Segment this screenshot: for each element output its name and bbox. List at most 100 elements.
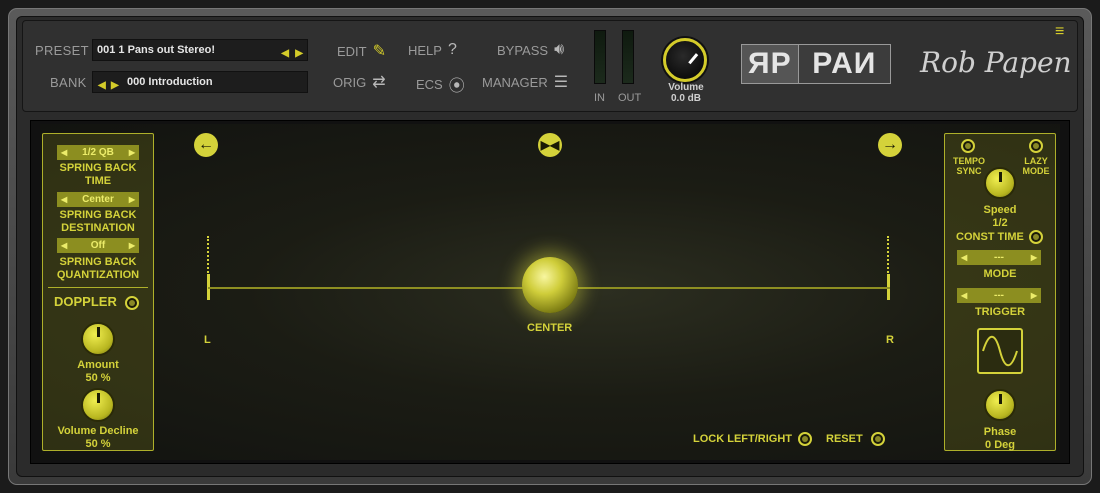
next-icon[interactable]: ▶ — [129, 145, 135, 160]
mode-value: --- — [994, 252, 1004, 263]
help-button[interactable]: HELP ? — [408, 41, 457, 59]
volume-decline-knob[interactable] — [81, 388, 115, 422]
arrow-right-icon: → — [882, 136, 898, 153]
label-line: SPRING BACK — [59, 162, 137, 174]
pan-left-button[interactable]: ← — [194, 133, 218, 157]
tempo-sync-toggle[interactable] — [961, 139, 975, 153]
speed-value: 1/2 — [992, 217, 1008, 229]
pan-right-button[interactable]: → — [878, 133, 902, 157]
panel-divider — [48, 287, 148, 288]
prev-icon[interactable]: ◀ — [61, 192, 67, 207]
preset-next-icon[interactable]: ▶ — [295, 44, 303, 64]
const-time-toggle[interactable] — [1029, 230, 1043, 244]
spring-back-time-selector[interactable]: ◀ 1/2 QB ▶ — [57, 145, 139, 160]
next-icon[interactable]: ▶ — [1031, 288, 1037, 303]
volume-decline-readout: Volume Decline 50 % — [44, 425, 152, 451]
pan-logo: ЯP PAИ — [741, 44, 891, 84]
reset-label: RESET — [826, 433, 863, 445]
volume-value: 0.0 dB — [670, 93, 701, 104]
pan-center-button[interactable]: ▶◀ — [538, 133, 562, 157]
prev-icon[interactable]: ◀ — [961, 250, 967, 265]
phase-knob[interactable] — [984, 389, 1016, 421]
spring-back-time-label: SPRING BACK TIME — [44, 162, 152, 188]
spring-back-destination-selector[interactable]: ◀ Center ▶ — [57, 192, 139, 207]
spring-back-quantization-selector[interactable]: ◀ Off ▶ — [57, 238, 139, 253]
spring-back-quantization-label: SPRING BACK QUANTIZATION — [44, 256, 152, 282]
in-label: IN — [594, 92, 605, 104]
ecs-button[interactable]: ECS ⦿ — [416, 72, 465, 96]
doppler-toggle[interactable] — [125, 296, 139, 310]
pan-position-orb[interactable] — [522, 257, 578, 313]
label-line: DESTINATION — [61, 222, 135, 234]
edit-button[interactable]: EDIT ✎ — [337, 41, 386, 61]
speed-knob[interactable] — [984, 167, 1016, 199]
bank-selector[interactable]: ◀ ▶ 000 Introduction — [92, 71, 308, 93]
volume-knob[interactable] — [663, 38, 707, 82]
bank-prev-icon[interactable]: ◀ — [98, 76, 106, 96]
center-arrows-icon: ▶◀ — [540, 138, 560, 152]
mode-selector[interactable]: ◀ --- ▶ — [957, 250, 1041, 265]
label-line: QUANTIZATION — [56, 269, 140, 281]
trigger-label: TRIGGER — [974, 306, 1026, 318]
prev-icon[interactable]: ◀ — [61, 238, 67, 253]
lazy-mode-toggle[interactable] — [1029, 139, 1043, 153]
volume-decline-value: 50 % — [85, 438, 111, 450]
bank-next-icon[interactable]: ▶ — [111, 76, 119, 96]
label-line: TIME — [84, 175, 112, 187]
volume-label: Volume — [668, 82, 704, 93]
edit-label: EDIT — [337, 43, 367, 59]
preset-value: 001 1 Pans out Stereo! — [97, 44, 215, 56]
next-icon[interactable]: ▶ — [1031, 250, 1037, 265]
spring-back-destination-value: Center — [82, 194, 114, 205]
bank-value: 000 Introduction — [127, 76, 213, 88]
sine-wave-icon — [982, 335, 1018, 367]
next-icon[interactable]: ▶ — [129, 238, 135, 253]
lock-left-right-toggle[interactable] — [798, 432, 812, 446]
spring-back-quantization-value: Off — [90, 240, 106, 251]
bypass-label: BYPASS — [497, 42, 549, 58]
midi-connector-icon: ⦿ — [448, 78, 465, 95]
preset-prev-icon[interactable]: ◀ — [281, 44, 289, 64]
speed-readout: Speed 1/2 — [946, 204, 1054, 230]
left-label: L — [204, 334, 211, 346]
waveform-selector[interactable] — [977, 328, 1023, 374]
manager-label: MANAGER — [482, 74, 548, 90]
phase-label: Phase — [983, 426, 1017, 438]
preset-label: PRESET — [35, 43, 89, 58]
doppler-label: DOPPLER — [54, 294, 117, 309]
lazy-mode-label: LAZY MODE — [1016, 156, 1056, 176]
amount-knob[interactable] — [81, 322, 115, 356]
preset-selector[interactable]: 001 1 Pans out Stereo! ◀ ▶ — [92, 39, 308, 61]
bypass-button[interactable]: BYPASS 🔊︎ — [497, 41, 564, 59]
out-label: OUT — [618, 92, 642, 104]
phase-value: 0 Deg — [985, 439, 1015, 451]
label-line: TEMPO — [952, 156, 985, 166]
bank-label: BANK — [50, 75, 87, 90]
orig-label: ORIG — [333, 74, 367, 90]
speaker-icon: 🔊︎ — [554, 41, 565, 58]
pencil-icon: ✎ — [372, 43, 387, 60]
arrow-left-icon: ← — [198, 136, 214, 153]
hamburger-menu-icon[interactable]: ≡ — [1055, 24, 1064, 40]
question-icon: ? — [447, 41, 457, 58]
reset-button[interactable] — [871, 432, 885, 446]
right-label: R — [886, 334, 894, 346]
center-label: CENTER — [527, 322, 573, 334]
spring-back-destination-label: SPRING BACK DESTINATION — [44, 209, 152, 235]
amount-readout: Amount 50 % — [44, 359, 152, 385]
ecs-label: ECS — [416, 76, 443, 92]
trigger-selector[interactable]: ◀ --- ▶ — [957, 288, 1041, 303]
prev-icon[interactable]: ◀ — [61, 145, 67, 160]
orig-button[interactable]: ORIG ⇄ — [333, 72, 386, 92]
speed-label: Speed — [983, 204, 1017, 216]
input-meter — [594, 30, 606, 84]
label-line: SYNC — [956, 166, 982, 176]
label-line: SPRING BACK — [59, 256, 137, 268]
trigger-value: --- — [994, 290, 1004, 301]
help-label: HELP — [408, 42, 442, 58]
prev-icon[interactable]: ◀ — [961, 288, 967, 303]
manager-button[interactable]: MANAGER ☰ — [482, 72, 568, 92]
list-icon: ☰ — [553, 74, 569, 91]
next-icon[interactable]: ▶ — [129, 192, 135, 207]
tempo-sync-label: TEMPO SYNC — [948, 156, 990, 176]
